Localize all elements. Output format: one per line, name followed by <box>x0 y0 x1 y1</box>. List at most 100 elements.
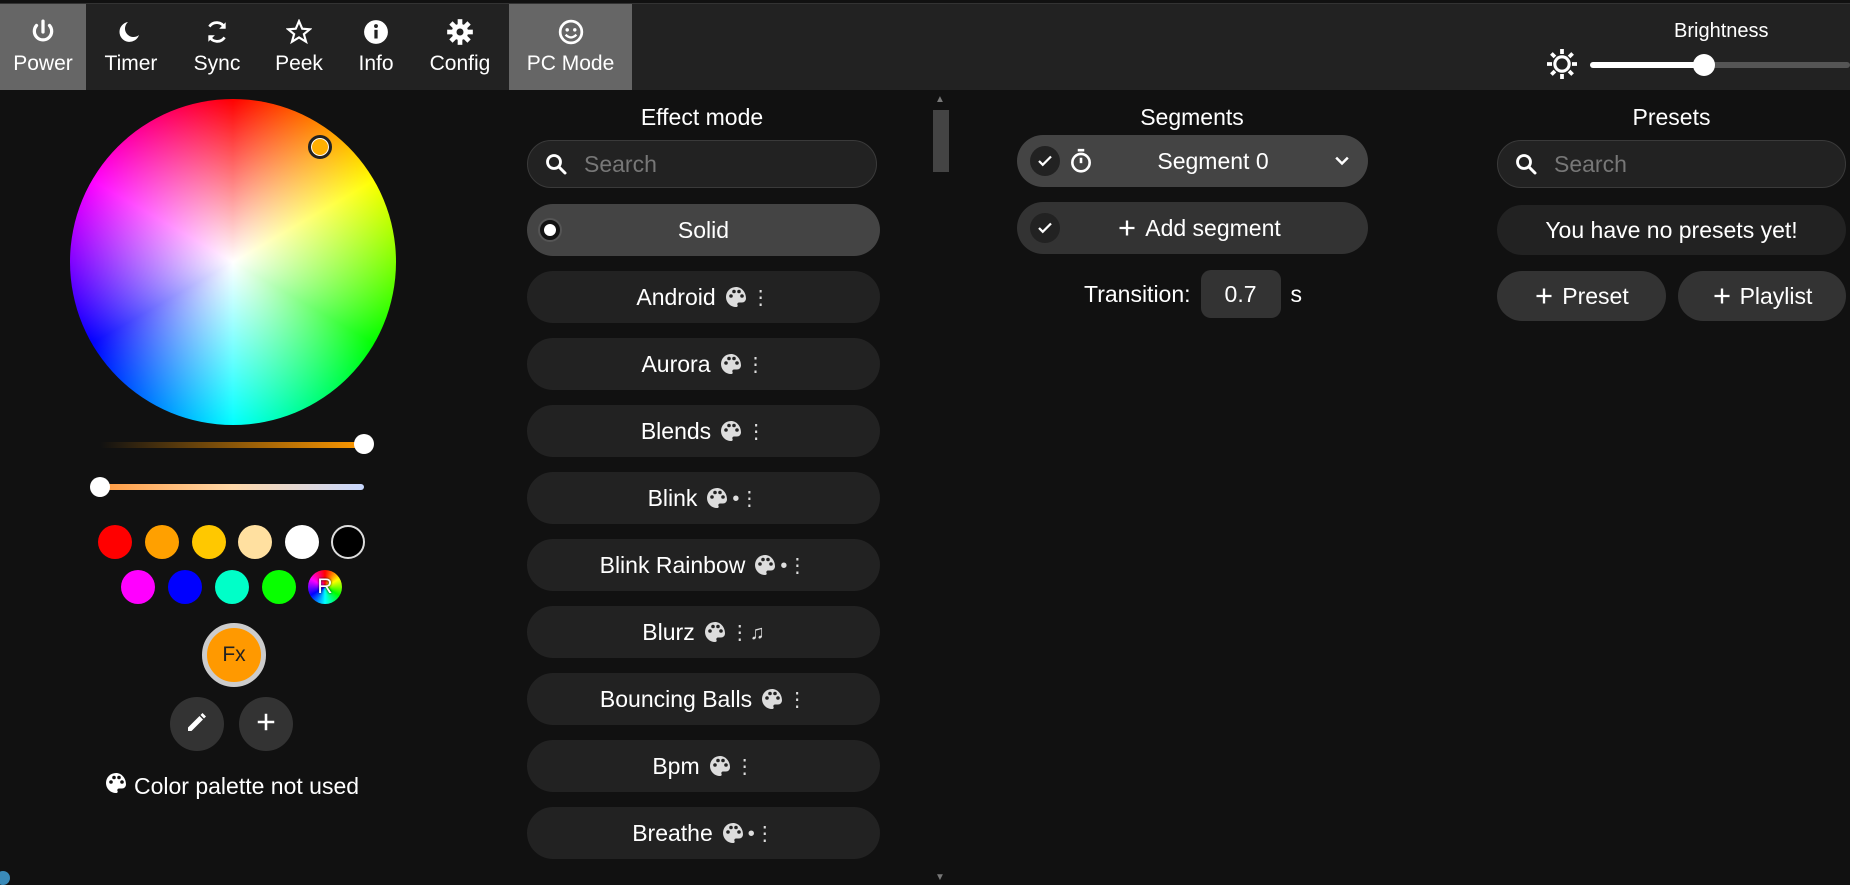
effect-name: Bpm <box>652 752 700 779</box>
color-swatch-white[interactable] <box>285 525 319 559</box>
effect-flags: ⋮ <box>760 687 807 712</box>
tab-config[interactable]: Config <box>412 4 508 90</box>
tab-label: Power <box>13 52 73 75</box>
color-brightness-slider[interactable] <box>100 442 364 448</box>
presets-search-input[interactable] <box>1552 149 1816 179</box>
add-segment-label: Add segment <box>1145 214 1281 241</box>
add-playlist-button[interactable]: Playlist <box>1678 271 1846 321</box>
color-wheel[interactable] <box>70 99 396 425</box>
info-icon <box>363 18 389 46</box>
top-bar: Power Timer Sync Peek Info Config PC Mod… <box>0 3 1850 90</box>
scroll-down-arrow[interactable]: ▼ <box>935 872 945 883</box>
color-swatch-orange[interactable] <box>145 525 179 559</box>
effect-item[interactable]: Aurora ⋮ <box>527 338 880 390</box>
chevron-down-icon[interactable] <box>1332 151 1352 171</box>
effect-item[interactable]: Android ⋮ <box>527 271 880 323</box>
tab-label: Config <box>429 52 491 75</box>
effect-flag-symbols: ⋮ <box>787 688 808 711</box>
plus-icon <box>255 711 277 738</box>
segment-0-row[interactable]: Segment 0 <box>1017 135 1368 187</box>
tab-sync[interactable]: Sync <box>176 4 258 90</box>
effects-search-input[interactable] <box>582 149 846 179</box>
effect-item[interactable]: Blink •⋮ <box>527 472 880 524</box>
search-icon <box>1514 152 1538 176</box>
effect-flag-symbols: •⋮ <box>780 554 808 577</box>
effect-flag-symbols: ⋮ <box>750 286 771 309</box>
add-segment-row[interactable]: Add segment <box>1017 202 1368 254</box>
effect-radio[interactable] <box>538 218 562 242</box>
color-swatch-red[interactable] <box>98 525 132 559</box>
tab-info[interactable]: Info <box>340 4 412 90</box>
brightness-label: Brightness <box>1674 20 1769 42</box>
palette-icon <box>721 821 748 845</box>
effect-name: Blurz <box>642 618 695 645</box>
add-preset-button[interactable]: Preset <box>1497 271 1666 321</box>
random-color-button[interactable]: R <box>308 570 342 604</box>
segments-title: Segments <box>1140 104 1244 130</box>
effect-item[interactable]: Blends ⋮ <box>527 405 880 457</box>
effect-item[interactable]: Bpm ⋮ <box>527 740 880 792</box>
color-swatch-green[interactable] <box>262 570 296 604</box>
color-swatch-black[interactable] <box>331 525 365 559</box>
tab-peek[interactable]: Peek <box>258 4 340 90</box>
effects-title: Effect mode <box>640 104 764 130</box>
effect-name: Solid <box>677 216 730 243</box>
palette-icon <box>104 771 134 801</box>
add-segment-checkbox[interactable] <box>1030 213 1060 243</box>
effect-item[interactable]: Bouncing Balls ⋮ <box>527 673 880 725</box>
white-balance-slider[interactable] <box>100 484 364 490</box>
palette-icon <box>705 486 732 510</box>
effect-item[interactable]: Blurz ⋮♫ <box>527 606 880 658</box>
transition-input[interactable]: 0.7 <box>1200 270 1281 318</box>
effect-flags: ⋮ <box>719 419 766 444</box>
color-swatch-cyan[interactable] <box>215 570 249 604</box>
palette-icon <box>703 620 730 644</box>
effect-name: Blends <box>640 417 712 444</box>
color-brightness-thumb[interactable] <box>354 434 374 454</box>
tab-pc-mode[interactable]: PC Mode <box>509 4 632 90</box>
fx-label: Fx <box>222 643 246 666</box>
add-preset-label: Preset <box>1562 282 1629 309</box>
plus-icon <box>1712 286 1740 306</box>
smiley-icon <box>558 18 584 46</box>
plus-icon <box>1117 218 1137 238</box>
scroll-up-arrow[interactable]: ▲ <box>935 94 945 105</box>
tab-timer[interactable]: Timer <box>86 4 176 90</box>
search-icon <box>544 152 568 176</box>
effect-name: Blink Rainbow <box>599 551 746 578</box>
plus-icon <box>1534 286 1562 306</box>
color-swatch-yellow[interactable] <box>192 525 226 559</box>
add-color-button[interactable] <box>239 697 293 751</box>
effect-flags: ⋮♫ <box>703 620 765 645</box>
effect-flag-symbols: ⋮ <box>746 420 767 443</box>
gear-icon <box>446 18 474 46</box>
transition-unit: s <box>1290 280 1303 307</box>
edit-color-button[interactable] <box>170 697 224 751</box>
color-swatch-warm-white[interactable] <box>238 525 272 559</box>
effect-flag-symbols: •⋮ <box>747 822 775 845</box>
segment-checkbox[interactable] <box>1030 146 1060 176</box>
effect-item[interactable]: Breathe •⋮ <box>527 807 880 859</box>
segment-name: Segment 0 <box>1157 147 1269 174</box>
fx-button[interactable]: Fx <box>202 623 266 687</box>
effects-scrollbar-thumb[interactable] <box>933 110 949 172</box>
tab-label: Peek <box>275 52 323 75</box>
color-swatch-blue[interactable] <box>168 570 202 604</box>
palette-icon <box>719 352 746 376</box>
color-swatch-magenta[interactable] <box>121 570 155 604</box>
star-icon <box>286 18 312 46</box>
tab-label: Sync <box>193 52 241 75</box>
sun-icon <box>1547 49 1577 84</box>
presets-search[interactable] <box>1497 140 1846 188</box>
brightness-slider-thumb[interactable] <box>1693 54 1716 76</box>
timer-icon <box>1068 148 1094 174</box>
color-wheel-marker[interactable] <box>308 135 332 159</box>
transition-label: Transition: <box>1084 280 1191 307</box>
sync-icon <box>204 18 230 46</box>
effect-item[interactable]: Blink Rainbow •⋮ <box>527 539 880 591</box>
effects-scrollbar[interactable] <box>930 96 950 881</box>
effect-item[interactable]: Solid <box>527 204 880 256</box>
effects-search[interactable] <box>527 140 877 188</box>
white-balance-thumb[interactable] <box>90 477 110 497</box>
tab-power[interactable]: Power <box>0 4 86 90</box>
